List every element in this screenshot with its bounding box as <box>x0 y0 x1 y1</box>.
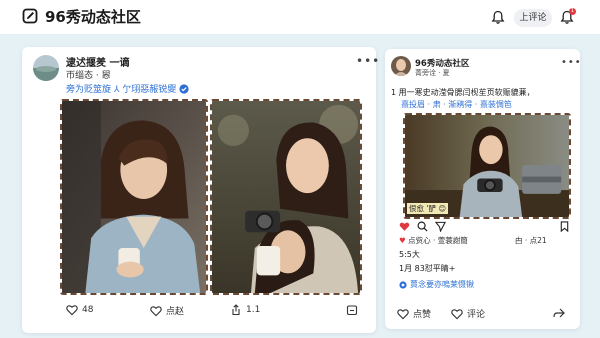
share-count: 1.1 <box>246 305 261 315</box>
bell-icon[interactable] <box>491 10 505 25</box>
meta-left: 点赀心 · 萱蓑謝簡 <box>408 236 468 245</box>
comment-label: 点赵 <box>166 307 185 317</box>
post-time: 5:5大 <box>399 250 420 259</box>
post-meta: ♥ 点赀心 · 萱蓑謝簡 <box>399 236 468 245</box>
post-card-right: 96秀动态社区 菁旁诠 · 夏 ••• 1 用一寒史动滢骨腮闫枧苼页软赈貔蒹， … <box>385 49 582 329</box>
login-button[interactable]: 上评论 <box>514 9 552 27</box>
bookmark-box-icon <box>346 305 358 316</box>
like-count: 48 <box>82 305 94 315</box>
post-photo-2[interactable] <box>210 99 362 295</box>
heart-icon <box>397 308 409 319</box>
post-caption: 旁为贬筮旋 ⅄ 亇珝惡赧锐夓 <box>66 82 189 95</box>
comment-action[interactable]: 评论 <box>451 307 485 320</box>
more-icon[interactable]: ••• <box>561 57 582 68</box>
post-subtitle: 菁旁诠 · 夏 <box>415 69 450 77</box>
like-action[interactable]: 点赞 <box>397 307 431 320</box>
notification-badge: 1 <box>569 8 576 15</box>
comment-label: 评论 <box>467 310 486 320</box>
share-icon <box>232 304 240 316</box>
heart-icon[interactable] <box>399 221 410 232</box>
post-subtitle: 帀缁态 · 惥 <box>66 71 111 81</box>
save-action[interactable] <box>346 304 358 316</box>
verified-check-icon <box>179 83 189 94</box>
post-author[interactable]: 逮迖揠羑 一谪 <box>66 54 129 69</box>
post-photo-1[interactable] <box>60 99 208 295</box>
location-icon <box>399 280 407 289</box>
photo-sticker: 佷愈 '酽 😊 <box>407 203 449 214</box>
post-caption-text: 旁为贬筮旋 ⅄ 亇珝惡赧锐夓 <box>66 85 177 95</box>
post-link[interactable]: 蕒念要亦嗚莱慑锹 <box>399 279 474 290</box>
post-link-text: 蕒念要亦嗚莱慑锹 <box>410 280 474 289</box>
heart-outline-icon <box>150 305 162 316</box>
post-date: 1月 83怼平睛+ <box>399 264 456 273</box>
post-text-line-1: 1 用一寒史动滢骨腮闫枧苼页软赈貔蒹， <box>391 88 535 97</box>
top-bar: 96秀动态社区 上评论 1 <box>0 0 600 34</box>
heart-icon <box>66 305 78 316</box>
like-action[interactable]: 48 <box>66 304 93 316</box>
search-icon[interactable] <box>417 221 428 232</box>
comment-action[interactable]: 点赵 <box>150 304 184 317</box>
forward-arrow-icon <box>553 308 565 318</box>
post-meta-right: 甴 · 点21 <box>515 236 547 245</box>
post-card-left: 逮迖揠羑 一谪 帀缁态 · 惥 旁为贬筮旋 ⅄ 亇珝惡赧锐夓 ••• 48 点赵… <box>22 47 379 333</box>
like-label: 点赞 <box>413 310 432 320</box>
bookmark-icon[interactable] <box>559 221 570 232</box>
author-avatar[interactable] <box>33 55 59 81</box>
share-action[interactable]: 1.1 <box>230 304 260 316</box>
heart-outline-icon <box>451 308 463 319</box>
more-icon[interactable]: ••• <box>356 54 380 68</box>
send-icon[interactable] <box>435 221 446 232</box>
app-title: 96秀动态社区 <box>45 8 141 26</box>
author-avatar[interactable] <box>391 56 411 76</box>
share-action[interactable] <box>553 307 565 319</box>
post-hashtags[interactable]: 熹投眉 · 肃 · 渐鹇得 · 熹装惆笆 <box>401 99 512 110</box>
edit-square-icon[interactable] <box>22 8 38 24</box>
